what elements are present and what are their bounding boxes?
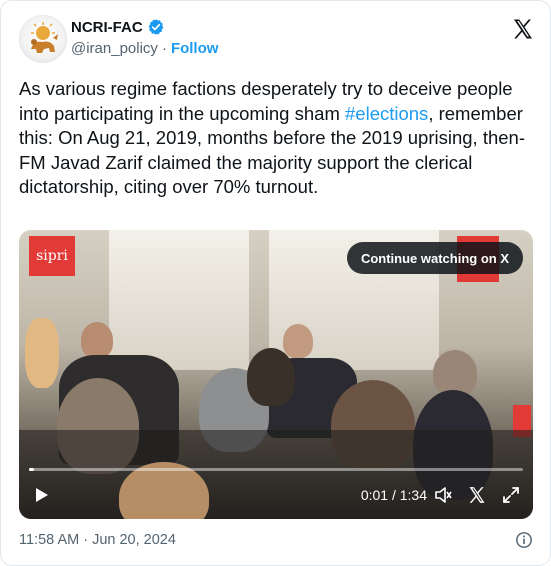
- x-logo-icon[interactable]: [511, 17, 535, 41]
- x-logo-icon[interactable]: [467, 485, 487, 505]
- tweet-card: NCRI-FAC @iran_policy · Follow As variou…: [0, 0, 551, 566]
- follow-button[interactable]: Follow: [171, 40, 219, 57]
- hashtag-link[interactable]: #elections: [345, 103, 428, 124]
- lion-sun-emblem-icon: [31, 22, 58, 53]
- volume-icon[interactable]: [433, 485, 453, 505]
- avatar[interactable]: [19, 15, 67, 63]
- audience-head: [247, 348, 295, 406]
- fullscreen-icon[interactable]: [501, 485, 521, 505]
- audience-member: [25, 318, 59, 388]
- speaker-head: [283, 324, 313, 358]
- info-icon[interactable]: [515, 531, 533, 549]
- author-names: NCRI-FAC @iran_policy · Follow: [71, 16, 219, 58]
- progress-bar[interactable]: [29, 468, 523, 471]
- tweet-text: As various regime factions desperately t…: [19, 77, 533, 200]
- handle[interactable]: @iran_policy: [71, 40, 158, 57]
- separator-dot: ·: [161, 40, 167, 57]
- sipri-watermark: sipri: [29, 236, 75, 276]
- verified-badge-icon: [147, 18, 165, 36]
- panelist-head: [81, 322, 113, 358]
- video-controls: 0:01 / 1:34: [19, 473, 533, 519]
- play-icon[interactable]: [31, 485, 51, 505]
- background-window: [109, 230, 249, 370]
- video-player[interactable]: sipri Continue watching on X 0:01 / 1:34: [19, 230, 533, 519]
- tweet-footer: 11:58 AM · Jun 20, 2024: [19, 531, 533, 551]
- tweet-header: NCRI-FAC @iran_policy · Follow: [19, 13, 535, 63]
- display-name[interactable]: NCRI-FAC: [71, 19, 143, 36]
- progress-fill: [29, 468, 34, 471]
- continue-watching-button[interactable]: Continue watching on X: [346, 242, 523, 274]
- time-display: 0:01 / 1:34: [360, 487, 427, 503]
- timestamp[interactable]: 11:58 AM · Jun 20, 2024: [19, 532, 176, 548]
